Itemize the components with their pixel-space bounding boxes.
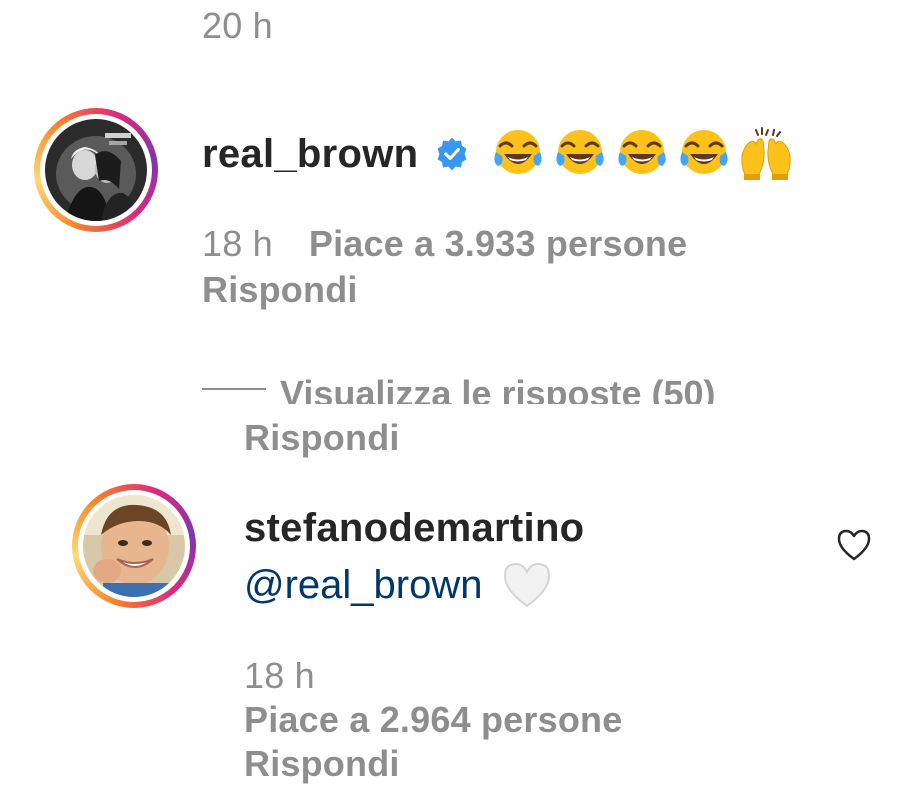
- tears-of-joy-emoji-icon: [680, 130, 729, 174]
- avatar-stefanodemartino[interactable]: [72, 484, 196, 608]
- reply-button[interactable]: Rispondi: [244, 744, 400, 784]
- comment-meta: 18 h Piace a 3.933 persone: [202, 224, 687, 264]
- white-heart-emoji-icon: [503, 562, 550, 608]
- tears-of-joy-emoji-icon: [556, 130, 605, 174]
- reply-button[interactable]: Rispondi: [202, 270, 358, 310]
- reply-button[interactable]: Rispondi: [244, 418, 400, 458]
- replies-divider-line: [202, 388, 266, 390]
- likes-count-link[interactable]: Piace a 2.964 persone: [244, 700, 622, 740]
- view-replies-button[interactable]: Visualizza le risposte (50): [202, 374, 842, 404]
- raising-hands-emoji-icon: [741, 127, 792, 180]
- comment-time: 18 h: [202, 223, 273, 264]
- view-replies-label: Visualizza le risposte (50): [280, 374, 716, 404]
- profile-photo: [83, 495, 185, 597]
- tears-of-joy-emoji-icon: [494, 130, 543, 174]
- heart-outline-icon: [837, 529, 871, 561]
- profile-photo: [45, 119, 147, 221]
- likes-count-link[interactable]: Piace a 3.933 persone: [309, 224, 687, 264]
- mention-link[interactable]: @real_brown: [244, 562, 483, 608]
- like-comment-button[interactable]: [836, 528, 872, 567]
- comment-timestamp: 20 h: [202, 5, 273, 46]
- username-stefanodemartino[interactable]: stefanodemartino: [244, 505, 584, 551]
- verified-badge-icon: [434, 136, 470, 172]
- avatar-real-brown[interactable]: [34, 108, 158, 232]
- tears-of-joy-emoji-icon: [618, 130, 667, 174]
- comment-time: 18 h: [244, 655, 315, 696]
- comment-header: real_brown: [202, 126, 794, 182]
- comment-emojis: [490, 126, 794, 182]
- username-real-brown[interactable]: real_brown: [202, 131, 418, 177]
- comment-body: @real_brown: [244, 560, 553, 610]
